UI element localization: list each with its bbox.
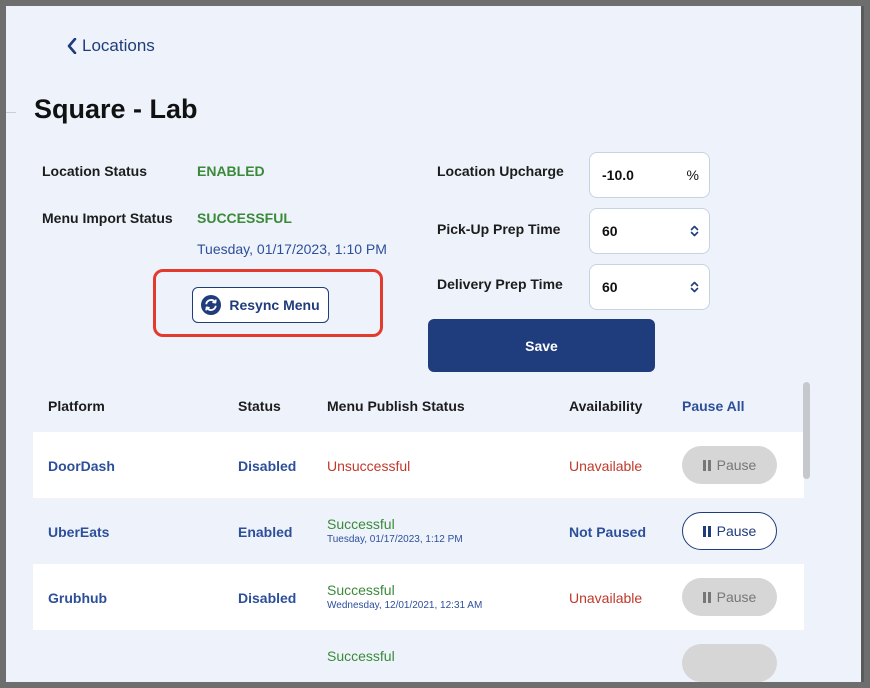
- resync-menu-label: Resync Menu: [229, 297, 320, 313]
- menu-import-status-value: SUCCESSFUL: [197, 210, 292, 226]
- divider: [6, 112, 16, 113]
- availability-status: Not Paused: [569, 524, 647, 540]
- menu-publish-status: Successful Tuesday, 01/17/2023, 1:12 PM: [327, 516, 463, 545]
- platform-name[interactable]: Grubhub: [48, 590, 107, 606]
- pause-button[interactable]: Pause: [682, 578, 777, 616]
- scrollbar[interactable]: [803, 382, 810, 479]
- save-button-label: Save: [525, 337, 558, 354]
- menu-import-status-label: Menu Import Status: [42, 210, 173, 226]
- delivery-prep-time-label: Delivery Prep Time: [437, 276, 563, 292]
- platform-name[interactable]: UberEats: [48, 524, 109, 540]
- pickup-prep-time-label: Pick-Up Prep Time: [437, 221, 561, 237]
- location-status-label: Location Status: [42, 163, 148, 179]
- menu-publish-status: Successful: [327, 648, 395, 664]
- column-header-status: Status: [238, 398, 281, 414]
- menu-publish-status-text: Successful: [327, 516, 395, 532]
- pause-button[interactable]: Pause: [682, 512, 777, 550]
- chevron-up-down-icon: [690, 225, 699, 237]
- menu-publish-status: Unsuccessful: [327, 458, 411, 474]
- menu-publish-timestamp: Wednesday, 12/01/2021, 12:31 AM: [327, 600, 483, 611]
- percent-unit: %: [686, 167, 699, 183]
- column-header-menu-publish-status: Menu Publish Status: [327, 398, 465, 414]
- pause-icon: [702, 459, 711, 471]
- availability-status: Unavailable: [569, 590, 643, 606]
- back-to-locations-link[interactable]: Locations: [66, 36, 155, 56]
- location-status-value: ENABLED: [197, 163, 265, 179]
- column-header-platform: Platform: [48, 398, 105, 414]
- app-window: Locations Square - Lab Location Status E…: [6, 6, 864, 682]
- page-title: Square - Lab: [34, 94, 198, 124]
- chevron-left-icon: [67, 38, 77, 54]
- availability-status: Unavailable: [569, 458, 643, 474]
- pause-button-label: Pause: [716, 457, 757, 473]
- resync-menu-button[interactable]: Resync Menu: [192, 287, 329, 323]
- platform-status: Disabled: [238, 590, 297, 606]
- sync-icon: [201, 295, 222, 315]
- upcharge-value: -10.0: [602, 167, 634, 183]
- menu-import-timestamp: Tuesday, 01/17/2023, 1:10 PM: [197, 241, 387, 257]
- location-upcharge-input[interactable]: -10.0 %: [589, 152, 710, 198]
- table-row: DoorDash Disabled Unsuccessful Unavailab…: [33, 432, 804, 498]
- save-button[interactable]: Save: [428, 319, 655, 372]
- platform-status: Disabled: [238, 458, 297, 474]
- pause-icon: [702, 591, 711, 603]
- chevron-up-down-icon: [690, 281, 699, 293]
- table-row: UberEats Enabled Successful Tuesday, 01/…: [33, 498, 804, 564]
- location-upcharge-label: Location Upcharge: [437, 163, 564, 179]
- pause-button[interactable]: [682, 644, 777, 682]
- column-header-availability: Availability: [569, 398, 643, 414]
- pickup-prep-time-select[interactable]: 60: [589, 208, 710, 254]
- pause-button-label: Pause: [716, 589, 757, 605]
- pickup-prep-time-value: 60: [602, 223, 618, 239]
- table-row: Successful: [33, 630, 804, 682]
- pause-icon: [702, 525, 711, 537]
- pause-button-label: Pause: [716, 523, 757, 539]
- back-link-label: Locations: [82, 36, 155, 55]
- platform-name[interactable]: DoorDash: [48, 458, 115, 474]
- menu-publish-status: Successful Wednesday, 12/01/2021, 12:31 …: [327, 582, 482, 611]
- table-row: Grubhub Disabled Successful Wednesday, 1…: [33, 564, 804, 630]
- menu-publish-status-text: Successful: [327, 582, 395, 598]
- delivery-prep-time-value: 60: [602, 279, 618, 295]
- platform-status: Enabled: [238, 524, 293, 540]
- pause-all-link[interactable]: Pause All: [682, 398, 745, 414]
- pause-button[interactable]: Pause: [682, 446, 777, 484]
- menu-publish-timestamp: Tuesday, 01/17/2023, 1:12 PM: [327, 534, 463, 545]
- delivery-prep-time-select[interactable]: 60: [589, 264, 710, 310]
